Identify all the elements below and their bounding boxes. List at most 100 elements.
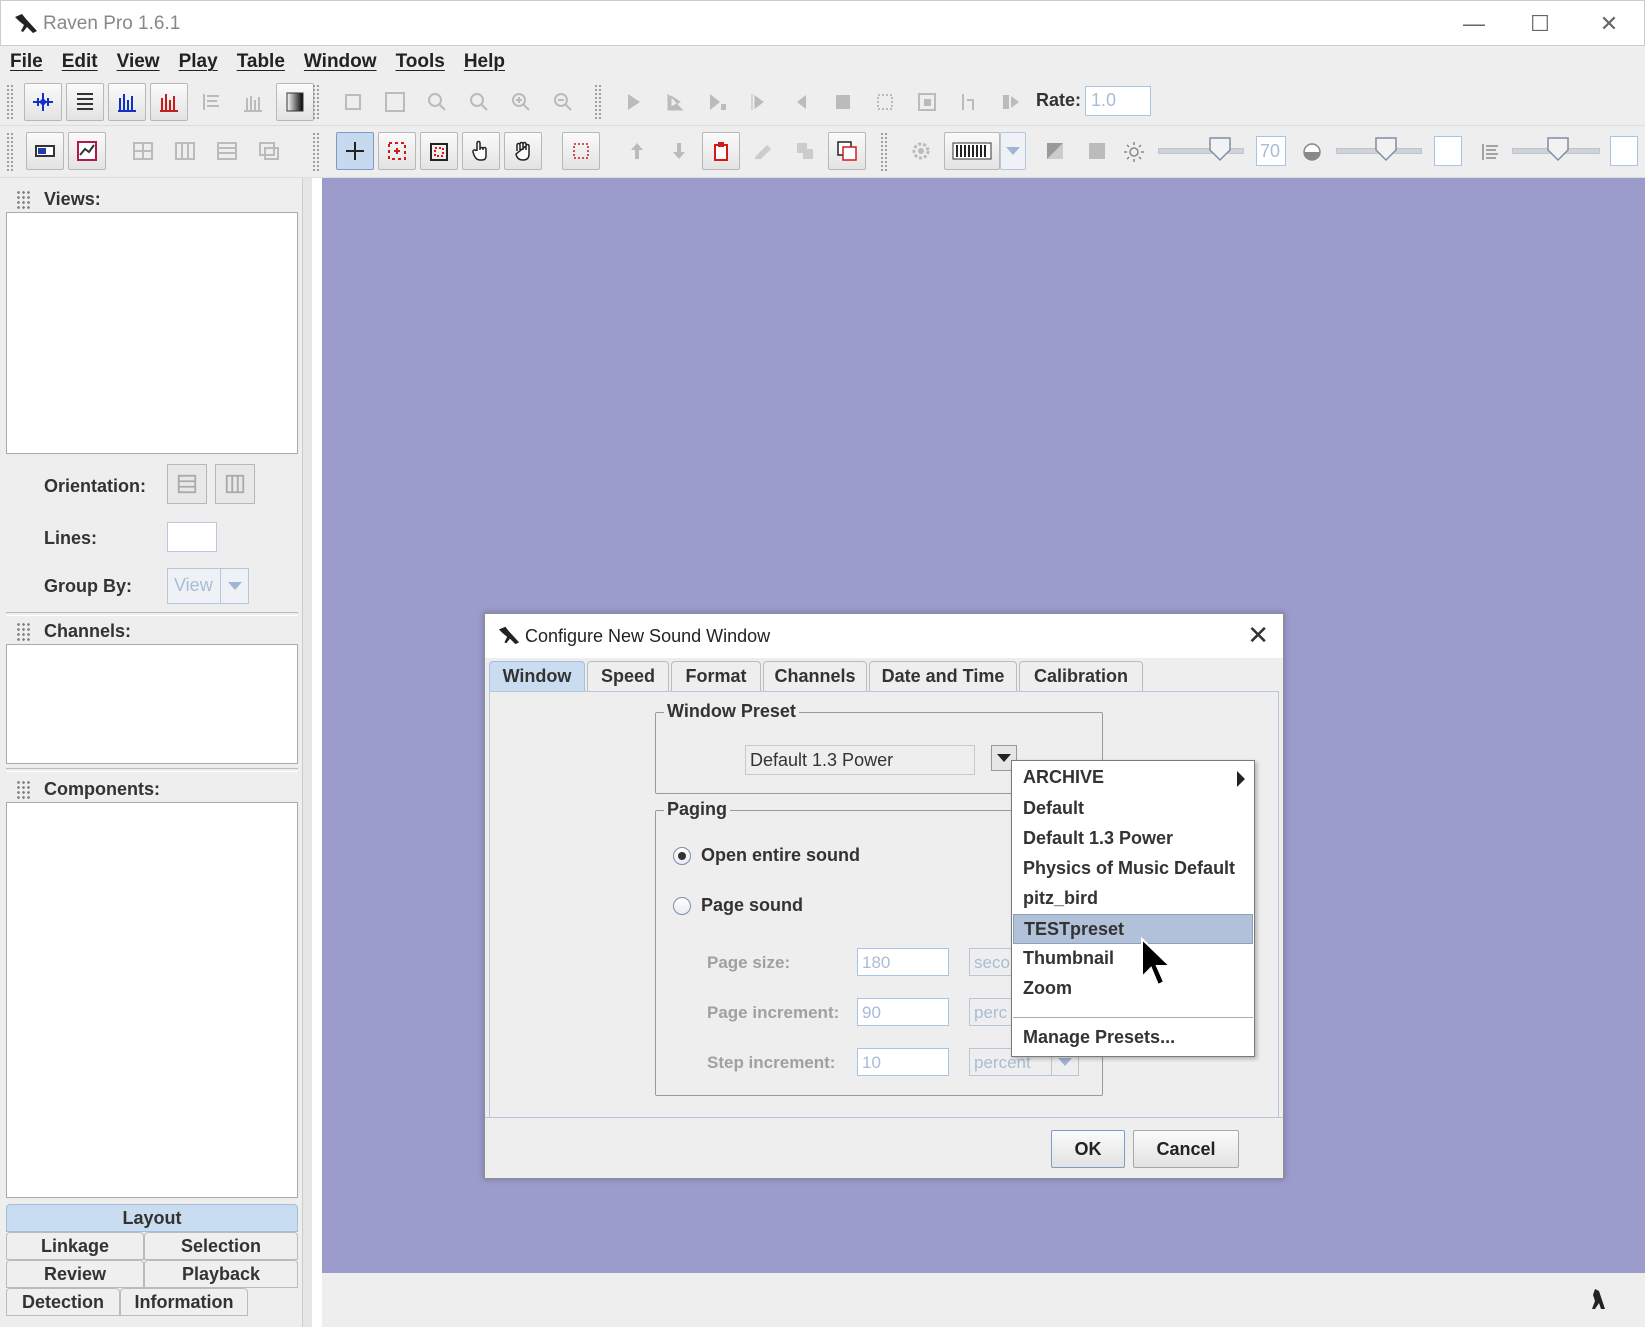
rate-input[interactable]: 1.0 xyxy=(1085,86,1151,116)
tab-layout[interactable]: Layout xyxy=(6,1204,298,1232)
tab-review[interactable]: Review xyxy=(6,1260,144,1288)
tab-detection[interactable]: Detection xyxy=(6,1288,120,1316)
step-button[interactable] xyxy=(992,83,1030,121)
tab-information[interactable]: Information xyxy=(120,1288,248,1316)
new-spectrum-button[interactable] xyxy=(150,83,188,121)
open-entire-sound-radio[interactable] xyxy=(673,847,691,865)
side-panel-splitter[interactable] xyxy=(302,178,312,1327)
toolbar-grip-3[interactable] xyxy=(594,84,602,120)
preset-item-testpreset[interactable]: TESTpreset xyxy=(1013,914,1253,944)
grab-tool-button[interactable] xyxy=(504,132,542,170)
page-sound-label[interactable]: Page sound xyxy=(701,895,803,916)
colormap-selector[interactable] xyxy=(944,132,1000,170)
play-visible-button[interactable] xyxy=(656,83,694,121)
marquee-button[interactable] xyxy=(562,132,600,170)
tab-playback[interactable]: Playback xyxy=(144,1260,298,1288)
menu-tools[interactable]: Tools xyxy=(396,51,445,73)
page-size-input[interactable]: 180 xyxy=(857,948,949,976)
menu-file[interactable]: File xyxy=(10,51,43,73)
range-select-button[interactable] xyxy=(378,132,416,170)
layout-columns-button[interactable] xyxy=(166,132,204,170)
play-reverse-button[interactable] xyxy=(782,83,820,121)
view-button-disabled-2[interactable] xyxy=(234,83,272,121)
layout-cascade-button[interactable] xyxy=(250,132,288,170)
tab-window[interactable]: Window xyxy=(489,661,585,691)
preset-item-physics-of-music[interactable]: Physics of Music Default xyxy=(1013,854,1253,884)
zoom-in-x-button[interactable] xyxy=(418,83,456,121)
scroll-button[interactable] xyxy=(866,83,904,121)
toolbar-grip-4[interactable] xyxy=(6,132,14,172)
menu-edit[interactable]: Edit xyxy=(62,51,98,73)
delete-selection-button[interactable] xyxy=(702,132,740,170)
menu-play[interactable]: Play xyxy=(179,51,218,73)
preset-item-default-1-3-power[interactable]: Default 1.3 Power xyxy=(1013,824,1253,854)
new-waveform-view-button[interactable] xyxy=(24,83,62,121)
components-list[interactable] xyxy=(6,802,298,1198)
resolution-slider-thumb[interactable] xyxy=(1546,136,1570,162)
colormap-dropdown-arrow[interactable] xyxy=(1000,132,1026,170)
views-list[interactable] xyxy=(6,212,298,454)
new-window-button[interactable] xyxy=(828,132,866,170)
maximize-button[interactable]: ☐ xyxy=(1507,1,1573,47)
step-increment-input[interactable]: 10 xyxy=(857,1048,949,1076)
menu-table[interactable]: Table xyxy=(237,51,285,73)
drag-handle-icon[interactable] xyxy=(16,780,32,800)
dialog-close-button[interactable]: ✕ xyxy=(1247,620,1269,651)
toolbar-grip-5[interactable] xyxy=(312,132,320,172)
show-overview-button[interactable] xyxy=(68,132,106,170)
preset-field[interactable]: Default 1.3 Power xyxy=(745,745,975,775)
brightness-contrast-button[interactable] xyxy=(1036,132,1074,170)
page-button[interactable] xyxy=(908,83,946,121)
menu-view[interactable]: View xyxy=(117,51,160,73)
orientation-vertical-button[interactable] xyxy=(215,464,255,504)
layout-grid-button[interactable] xyxy=(124,132,162,170)
stop-button[interactable] xyxy=(824,83,862,121)
zoom-out-x-button[interactable] xyxy=(460,83,498,121)
drag-handle-icon[interactable] xyxy=(16,190,32,210)
play-selection-button[interactable] xyxy=(698,83,736,121)
minimize-button[interactable]: — xyxy=(1441,1,1507,47)
cancel-button[interactable]: Cancel xyxy=(1133,1130,1239,1168)
new-selection-table-button[interactable] xyxy=(66,83,104,121)
tab-format[interactable]: Format xyxy=(671,661,761,691)
colormap-button[interactable] xyxy=(276,83,314,121)
manage-presets-item[interactable]: Manage Presets... xyxy=(1013,1023,1253,1053)
toggle-sidebar-button[interactable] xyxy=(26,132,64,170)
layout-rows-button[interactable] xyxy=(208,132,246,170)
spectrogram-slice-button[interactable] xyxy=(420,132,458,170)
zoom-to-selection-button[interactable] xyxy=(334,83,372,121)
resolution-value[interactable] xyxy=(1610,136,1638,166)
select-tool-button[interactable] xyxy=(336,132,374,170)
orientation-horizontal-button[interactable] xyxy=(167,464,207,504)
hand-tool-button[interactable] xyxy=(462,132,500,170)
tab-speed[interactable]: Speed xyxy=(587,661,669,691)
tab-linkage[interactable]: Linkage xyxy=(6,1232,144,1260)
zoom-in-y-button[interactable] xyxy=(502,83,540,121)
copy-selection-button[interactable] xyxy=(786,132,824,170)
zoom-out-y-button[interactable] xyxy=(544,83,582,121)
brightness-value[interactable]: 70 xyxy=(1256,136,1286,166)
tab-selection[interactable]: Selection xyxy=(144,1232,298,1260)
open-entire-sound-label[interactable]: Open entire sound xyxy=(701,845,860,866)
page-sound-radio[interactable] xyxy=(673,897,691,915)
drag-handle-icon[interactable] xyxy=(16,622,32,642)
play-button[interactable] xyxy=(614,83,652,121)
menu-help[interactable]: Help xyxy=(464,51,505,73)
new-spectrogram-button[interactable] xyxy=(108,83,146,121)
zoom-all-button[interactable] xyxy=(376,83,414,121)
contrast-value[interactable] xyxy=(1434,136,1462,166)
view-button-disabled-1[interactable] xyxy=(192,83,230,121)
jump-button[interactable] xyxy=(950,83,988,121)
close-button[interactable]: ✕ xyxy=(1576,1,1642,47)
smoothing-button[interactable] xyxy=(1078,132,1116,170)
ok-button[interactable]: OK xyxy=(1051,1130,1125,1168)
tab-calibration[interactable]: Calibration xyxy=(1019,661,1143,691)
preset-item-default[interactable]: Default xyxy=(1013,794,1253,824)
tab-date-and-time[interactable]: Date and Time xyxy=(869,661,1017,691)
settings-button[interactable] xyxy=(902,132,940,170)
brightness-slider-thumb[interactable] xyxy=(1208,136,1232,162)
toolbar-grip-6[interactable] xyxy=(880,132,888,172)
menu-window[interactable]: Window xyxy=(304,51,377,73)
preset-item-archive[interactable]: ARCHIVE xyxy=(1013,763,1253,793)
toolbar-grip-2[interactable] xyxy=(312,84,320,120)
